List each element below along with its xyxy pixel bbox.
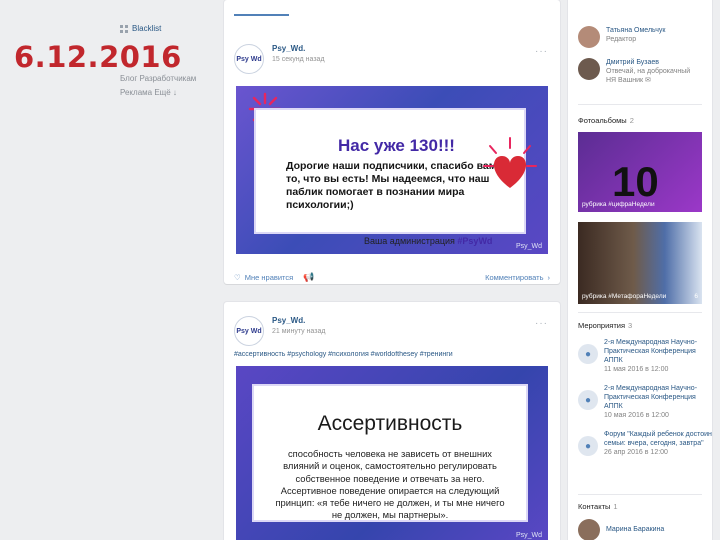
albums-header[interactable]: Фотоальбомы 2 [568, 116, 712, 125]
person-desc: Отвечай, на доброкачный НЯ Вашник ✉ [606, 68, 691, 84]
more-icon[interactable]: ··· [535, 318, 548, 329]
managers-section: Татьяна Омельчук Редактор Дмитрий Бузаев О… [568, 26, 712, 95]
menu-item-ads[interactable]: Реклама Ещё ↓ [120, 86, 212, 100]
menu-item-label: Реклама Ещё ↓ [120, 88, 177, 97]
albums-title: Фотоальбомы 2 [578, 116, 634, 125]
event-date: 11 мая 2016 в 12:00 [604, 366, 669, 373]
menu-item-label: Blacklist [132, 24, 162, 33]
banner-title: Ассертивность [317, 412, 463, 435]
banner-text: способность человека не зависеть от внеш… [275, 448, 505, 521]
post-header: Psy Wd Psy_Wd. 15 секунд назад [234, 44, 325, 74]
avatar [578, 26, 600, 48]
post-header: Psy Wd Psy_Wd. 21 минуту назад [234, 316, 325, 346]
post-time[interactable]: 15 секунд назад [272, 56, 325, 63]
banner-brand: Psy_Wd [515, 243, 542, 250]
person-name: Дмитрий Бузаев [606, 59, 659, 66]
event-item[interactable]: ● 2-я Международная Научно-Практическая … [568, 384, 712, 420]
comment-button[interactable]: Комментировать › [485, 273, 550, 282]
album-caption: рубрика #цифраНедели [582, 201, 655, 208]
divider [578, 104, 702, 105]
date-overlay: 6.12.2016 [14, 40, 182, 74]
person-name: Марина Баракина [606, 526, 665, 533]
person-item[interactable]: Татьяна Омельчук Редактор [568, 26, 712, 48]
post-image[interactable]: Ассертивность способность человека не за… [236, 366, 548, 540]
person-desc: Редактор [606, 36, 637, 43]
person-item[interactable]: Марина Баракина [568, 519, 712, 540]
group-icon: ● [578, 390, 598, 410]
post: Psy Wd Psy_Wd. 21 минуту назад ··· #ассе… [224, 302, 560, 540]
like-label: Мне нравится [244, 273, 294, 282]
avatar [578, 58, 600, 80]
event-title: Форум "Каждый ребенок достоин семьи: вче… [604, 431, 712, 447]
events-title[interactable]: Мероприятия 3 [568, 321, 712, 330]
right-column: Татьяна Омельчук Редактор Дмитрий Бузаев О… [568, 0, 712, 540]
contacts-section: Контакты 1 Марина Баракина [568, 502, 712, 540]
album-tile[interactable]: рубрика #МетафораНедели 6 [578, 222, 702, 304]
divider [578, 494, 702, 495]
event-title: 2-я Международная Научно-Практическая Ко… [604, 339, 698, 364]
post-image[interactable]: Нас уже 130!!! Дорогие наши подписчики, … [236, 86, 548, 254]
banner-headline: Нас уже 130!!! [338, 136, 455, 155]
event-item[interactable]: ● Форум "Каждый ребенок достоин семьи: в… [568, 430, 712, 457]
album-tile[interactable]: 10 рубрика #цифраНедели [578, 132, 702, 212]
events-section: Мероприятия 3 ● 2-я Международная Научно-… [568, 321, 712, 467]
more-icon[interactable]: ··· [535, 46, 548, 57]
contacts-title[interactable]: Контакты 1 [568, 502, 712, 511]
post: Psy Wd Psy_Wd. 15 секунд назад ··· Нас у… [224, 0, 560, 284]
like-button[interactable]: ♡ Мне нравится [234, 273, 293, 282]
menu-item-blog[interactable]: Блог Разработчикам [120, 72, 212, 86]
avatar [578, 519, 600, 540]
banner-brand: Psy_Wd [515, 532, 542, 539]
person-name: Татьяна Омельчук [606, 27, 666, 34]
share-icon[interactable]: 📢 [303, 272, 314, 283]
comment-label: Комментировать [485, 273, 544, 282]
event-title: 2-я Международная Научно-Практическая Ко… [604, 385, 698, 410]
avatar[interactable]: Psy Wd [234, 316, 264, 346]
album-big-number: 10 [612, 158, 659, 205]
post-author[interactable]: Psy_Wd. [272, 44, 325, 53]
event-item[interactable]: ● 2-я Международная Научно-Практическая … [568, 338, 712, 374]
album-count: 6 [694, 293, 698, 300]
chevron-right-icon: › [547, 273, 551, 282]
signature-text: Ваша администрация [364, 236, 455, 246]
post-hashtags[interactable]: #ассертивность #psychology #психология #… [234, 351, 550, 358]
post-time[interactable]: 21 минуту назад [272, 328, 325, 335]
feed-tab-indicator [234, 14, 289, 16]
heart-icon [483, 137, 537, 188]
menu-item-blacklist[interactable]: Blacklist [120, 22, 212, 36]
person-item[interactable]: Дмитрий Бузаев Отвечай, на доброкачный НЯ… [568, 58, 712, 85]
signature-tag: #PsyWd [457, 236, 493, 246]
banner-card: Ассертивность способность человека не за… [252, 384, 528, 522]
divider [578, 312, 702, 313]
post-author[interactable]: Psy_Wd. [272, 316, 325, 325]
album-caption: рубрика #МетафораНедели [582, 293, 667, 300]
avatar[interactable]: Psy Wd [234, 44, 264, 74]
event-date: 10 мая 2016 в 12:00 [604, 412, 669, 419]
banner-signature: Ваша администрация #PsyWd [364, 236, 492, 246]
heart-outline-icon: ♡ [234, 273, 241, 282]
group-icon: ● [578, 344, 598, 364]
apps-icon [120, 25, 128, 33]
event-date: 26 апр 2016 в 12:00 [604, 449, 668, 456]
post-actions: ♡ Мне нравится 📢 Комментировать › [234, 272, 550, 283]
menu-item-label: Блог Разработчикам [120, 74, 197, 83]
group-icon: ● [578, 436, 598, 456]
